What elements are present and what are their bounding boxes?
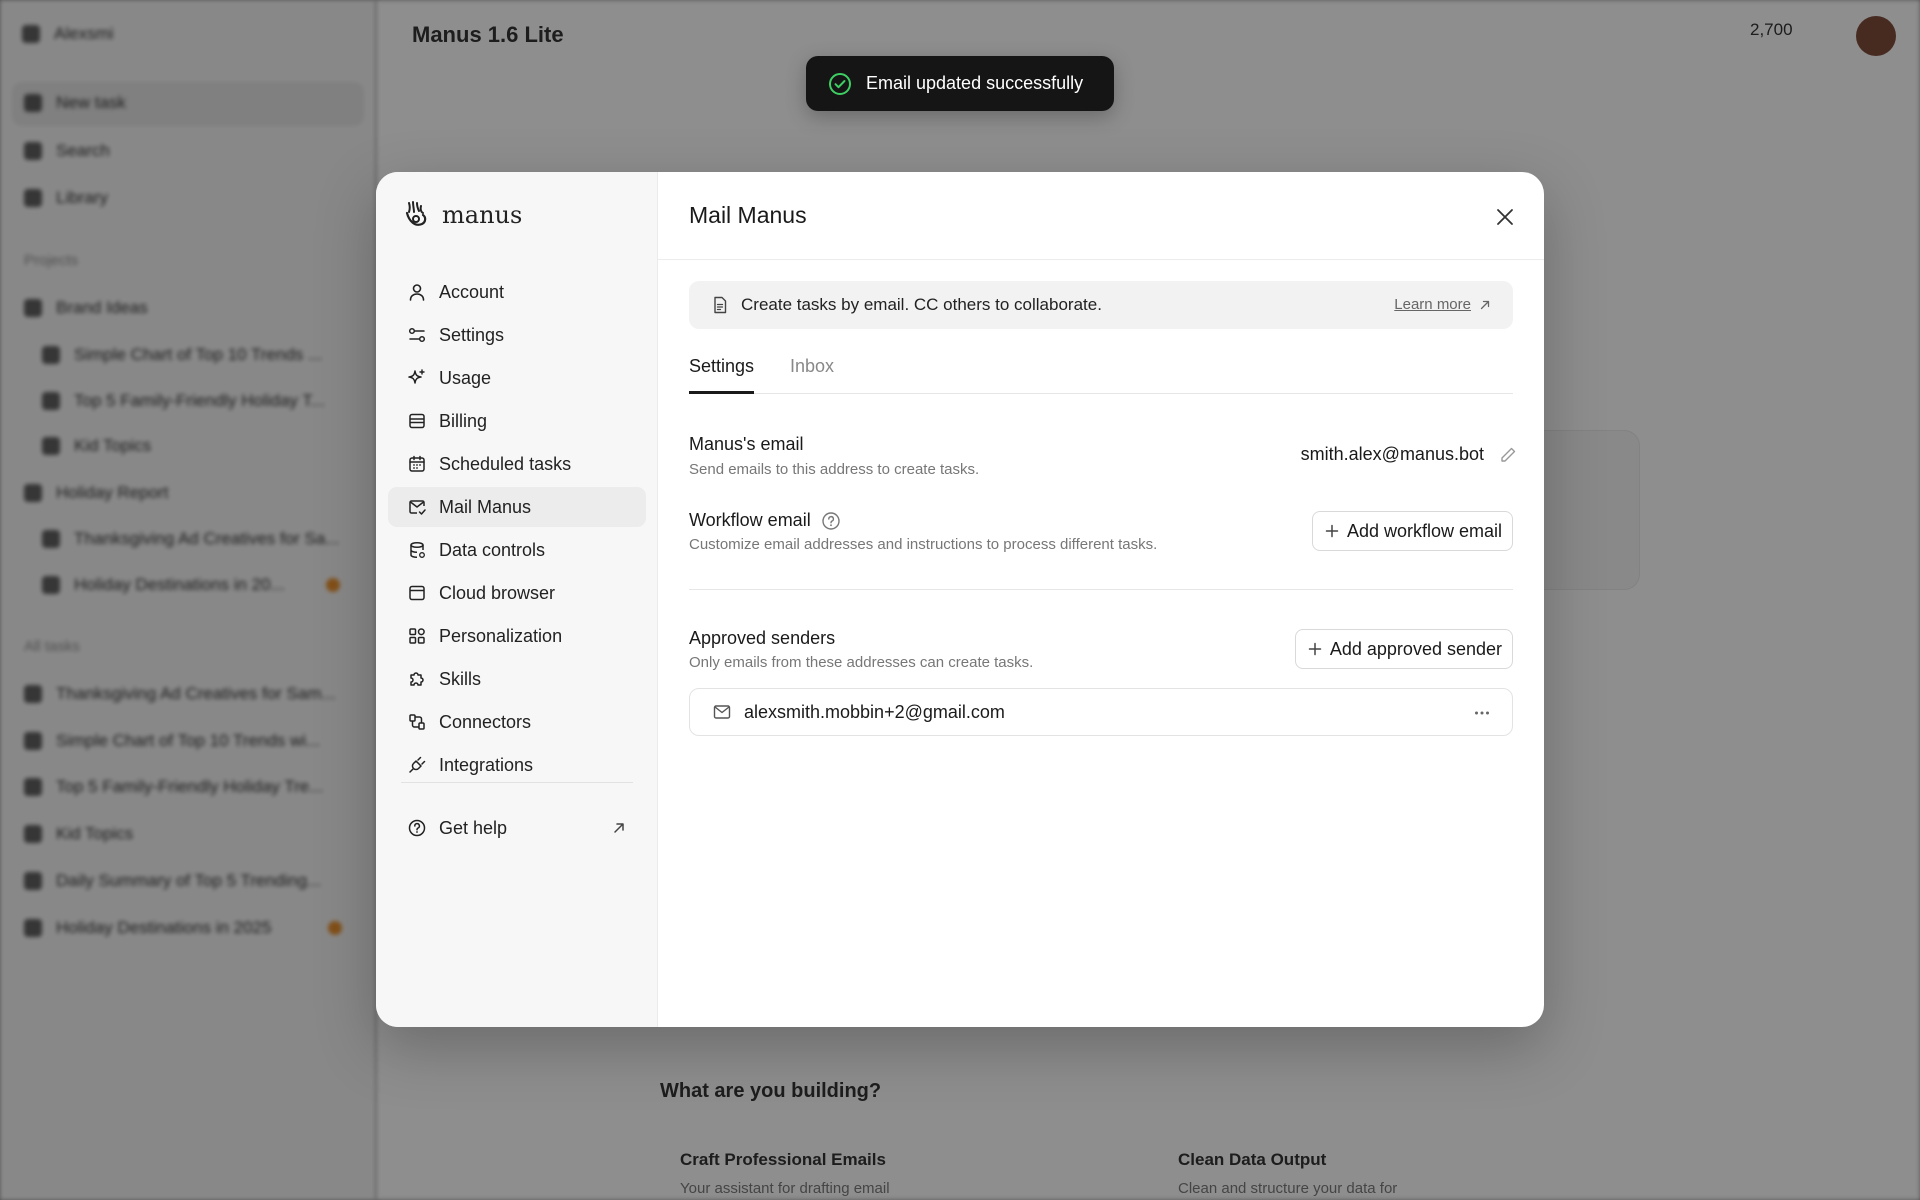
settings-nav: manus Account Settings Usage Billing Sch… (376, 172, 658, 1027)
nav-item-label: Personalization (439, 625, 563, 646)
nav-item-label: Billing (439, 410, 488, 431)
grid-icon (407, 626, 427, 646)
info-banner: Create tasks by email. CC others to coll… (689, 281, 1513, 329)
toast-notification: Email updated successfully (806, 56, 1114, 111)
nav-item-personalization[interactable]: Personalization (388, 616, 646, 656)
nav-item-account[interactable]: Account (388, 272, 646, 312)
nav-item-integrations[interactable]: Integrations (388, 745, 646, 785)
workflow-email-description: Customize email addresses and instructio… (689, 536, 1158, 553)
nav-item-label: Cloud browser (439, 582, 556, 603)
nav-item-label: Skills (439, 668, 482, 689)
add-workflow-email-label: Add workflow email (1346, 520, 1502, 541)
mail-icon (713, 705, 731, 719)
learn-more-label: Learn more (1394, 296, 1471, 313)
nav-item-settings[interactable]: Settings (388, 315, 646, 355)
document-icon (714, 296, 727, 314)
calendar-icon (407, 454, 427, 474)
tab-inbox[interactable]: Inbox (790, 350, 834, 394)
add-approved-sender-button[interactable]: Add approved sender (1294, 629, 1513, 669)
database-icon (407, 540, 427, 560)
plus-icon (1308, 642, 1322, 656)
approved-sender-email: alexsmith.mobbin+2@gmail.com (744, 701, 1005, 722)
plus-icon (1325, 524, 1339, 538)
nav-item-label: Usage (439, 367, 492, 388)
nav-item-billing[interactable]: Billing (388, 401, 646, 441)
nav-item-label: Connectors (439, 711, 532, 732)
approved-sender-row: alexsmith.mobbin+2@gmail.com (689, 688, 1513, 736)
puzzle-icon (407, 669, 427, 689)
manus-email-address: smith.alex@manus.bot (1300, 444, 1484, 464)
page-title: Mail Manus (689, 202, 807, 228)
pencil-icon[interactable] (1498, 445, 1518, 465)
settings-modal: manus Account Settings Usage Billing Sch… (376, 172, 1544, 1027)
manus-email-description: Send emails to this address to create ta… (689, 461, 980, 478)
nav-item-label: Data controls (439, 539, 546, 560)
connector-icon (407, 712, 427, 732)
user-icon (407, 282, 427, 302)
nav-item-label: Account (439, 281, 505, 302)
external-link-icon (614, 823, 624, 833)
manus-email-value: smith.alex@manus.bot (1301, 444, 1518, 465)
external-link-icon (1480, 300, 1490, 309)
brand-name: manus (442, 201, 523, 229)
add-workflow-email-button[interactable]: Add workflow email (1311, 511, 1513, 551)
banner-text: Create tasks by email. CC others to coll… (741, 295, 1102, 314)
nav-item-cloud-browser[interactable]: Cloud browser (388, 573, 646, 613)
learn-more-link[interactable]: Learn more (1394, 296, 1491, 313)
tab-bar: Settings Inbox (689, 350, 1513, 394)
approved-senders-description: Only emails from these addresses can cre… (689, 654, 1034, 671)
help-circle-icon (407, 818, 427, 838)
mail-check-icon (407, 497, 427, 517)
get-help-link[interactable]: Get help (388, 808, 646, 848)
get-help-label: Get help (439, 817, 508, 838)
help-circle-icon[interactable] (821, 511, 841, 531)
more-horizontal-icon[interactable] (1472, 703, 1492, 723)
tab-settings[interactable]: Settings (689, 350, 755, 394)
panel-header: Mail Manus (658, 172, 1544, 260)
nav-item-data-controls[interactable]: Data controls (388, 530, 646, 570)
nav-item-label: Scheduled tasks (439, 453, 572, 474)
brand: manus (404, 200, 522, 230)
manus-logo-icon (405, 201, 427, 226)
browser-icon (407, 583, 427, 603)
section-divider (689, 589, 1513, 590)
nav-item-label: Mail Manus (439, 496, 532, 517)
nav-item-skills[interactable]: Skills (388, 659, 646, 699)
nav-item-label: Settings (439, 324, 505, 345)
close-icon[interactable] (1494, 206, 1516, 228)
manus-email-label: Manus's email (689, 434, 804, 454)
check-circle-icon (829, 72, 851, 95)
nav-item-label: Integrations (439, 754, 534, 775)
nav-item-mail-manus[interactable]: Mail Manus (388, 487, 646, 527)
plug-icon (407, 755, 427, 775)
sliders-icon (407, 325, 427, 345)
workflow-email-label: Workflow email (689, 510, 841, 531)
approved-senders-label: Approved senders (689, 628, 836, 648)
sparkle-icon (407, 368, 427, 388)
nav-divider (401, 782, 633, 783)
nav-item-scheduled-tasks[interactable]: Scheduled tasks (388, 444, 646, 484)
toast-message: Email updated successfully (866, 73, 1084, 93)
nav-item-usage[interactable]: Usage (388, 358, 646, 398)
card-icon (407, 411, 427, 431)
mail-manus-panel: Mail Manus Create tasks by email. CC oth… (658, 172, 1544, 1027)
add-approved-sender-label: Add approved sender (1329, 638, 1502, 659)
nav-item-connectors[interactable]: Connectors (388, 702, 646, 742)
